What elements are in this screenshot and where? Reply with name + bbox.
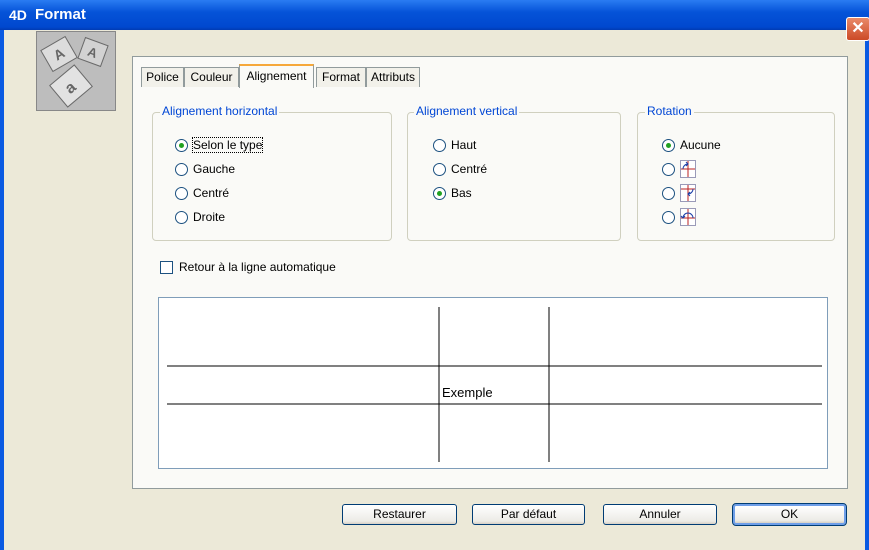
wrap-checkbox[interactable] [160, 261, 173, 274]
radio-button[interactable] [175, 187, 188, 200]
app-logo-icon: 4D [9, 7, 27, 23]
horizontal-alignment-group [152, 112, 392, 241]
default-button[interactable]: Par défaut [472, 504, 585, 525]
rotation-label: Rotation [645, 104, 694, 118]
preview-sample-text: Exemple [442, 385, 493, 400]
rotate-90-ccw-icon [680, 184, 696, 202]
radio-button[interactable] [175, 211, 188, 224]
radio-label: Gauche [193, 162, 236, 176]
radio-label: Droite [193, 210, 226, 224]
restore-button[interactable]: Restaurer [342, 504, 457, 525]
vertical-alignment-group [407, 112, 621, 241]
rotate-90-cw-icon [680, 160, 696, 178]
radio-button[interactable] [662, 211, 675, 224]
ok-button[interactable]: OK [732, 503, 847, 526]
tab-couleur[interactable]: Couleur [184, 67, 239, 87]
format-dialog: 4D Format ✕ A A a Police Couleur Alignem… [0, 0, 869, 550]
rotate-180-icon [680, 208, 696, 226]
tab-attributs[interactable]: Attributs [366, 67, 420, 87]
wrap-checkbox-label: Retour à la ligne automatique [179, 260, 336, 274]
radio-label: Selon le type [191, 137, 264, 153]
radio-button[interactable] [662, 187, 675, 200]
radio-label: Centré [193, 186, 230, 200]
radio-label: Aucune [680, 138, 721, 152]
preview-grid [167, 307, 822, 462]
window-title: Format [35, 6, 86, 23]
horizontal-alignment-label: Alignement horizontal [160, 104, 280, 118]
radio-button[interactable] [175, 139, 188, 152]
radio-button[interactable] [433, 139, 446, 152]
radio-label: Haut [451, 138, 477, 152]
radio-label: Centré [451, 162, 488, 176]
cancel-button[interactable]: Annuler [603, 504, 717, 525]
radio-button[interactable] [433, 163, 446, 176]
radio-button[interactable] [662, 139, 675, 152]
title-bar[interactable]: 4D Format [0, 0, 869, 30]
tab-format[interactable]: Format [316, 67, 366, 87]
preview-area: Exemple [158, 297, 828, 469]
tab-police[interactable]: Police [141, 67, 184, 87]
close-icon[interactable]: ✕ [846, 17, 869, 41]
radio-button[interactable] [433, 187, 446, 200]
vertical-alignment-label: Alignement vertical [414, 104, 520, 118]
radio-label: Bas [451, 186, 472, 200]
radio-button[interactable] [662, 163, 675, 176]
radio-button[interactable] [175, 163, 188, 176]
tab-alignement[interactable]: Alignement [239, 64, 314, 88]
format-logo-icon: A A a [36, 31, 116, 111]
